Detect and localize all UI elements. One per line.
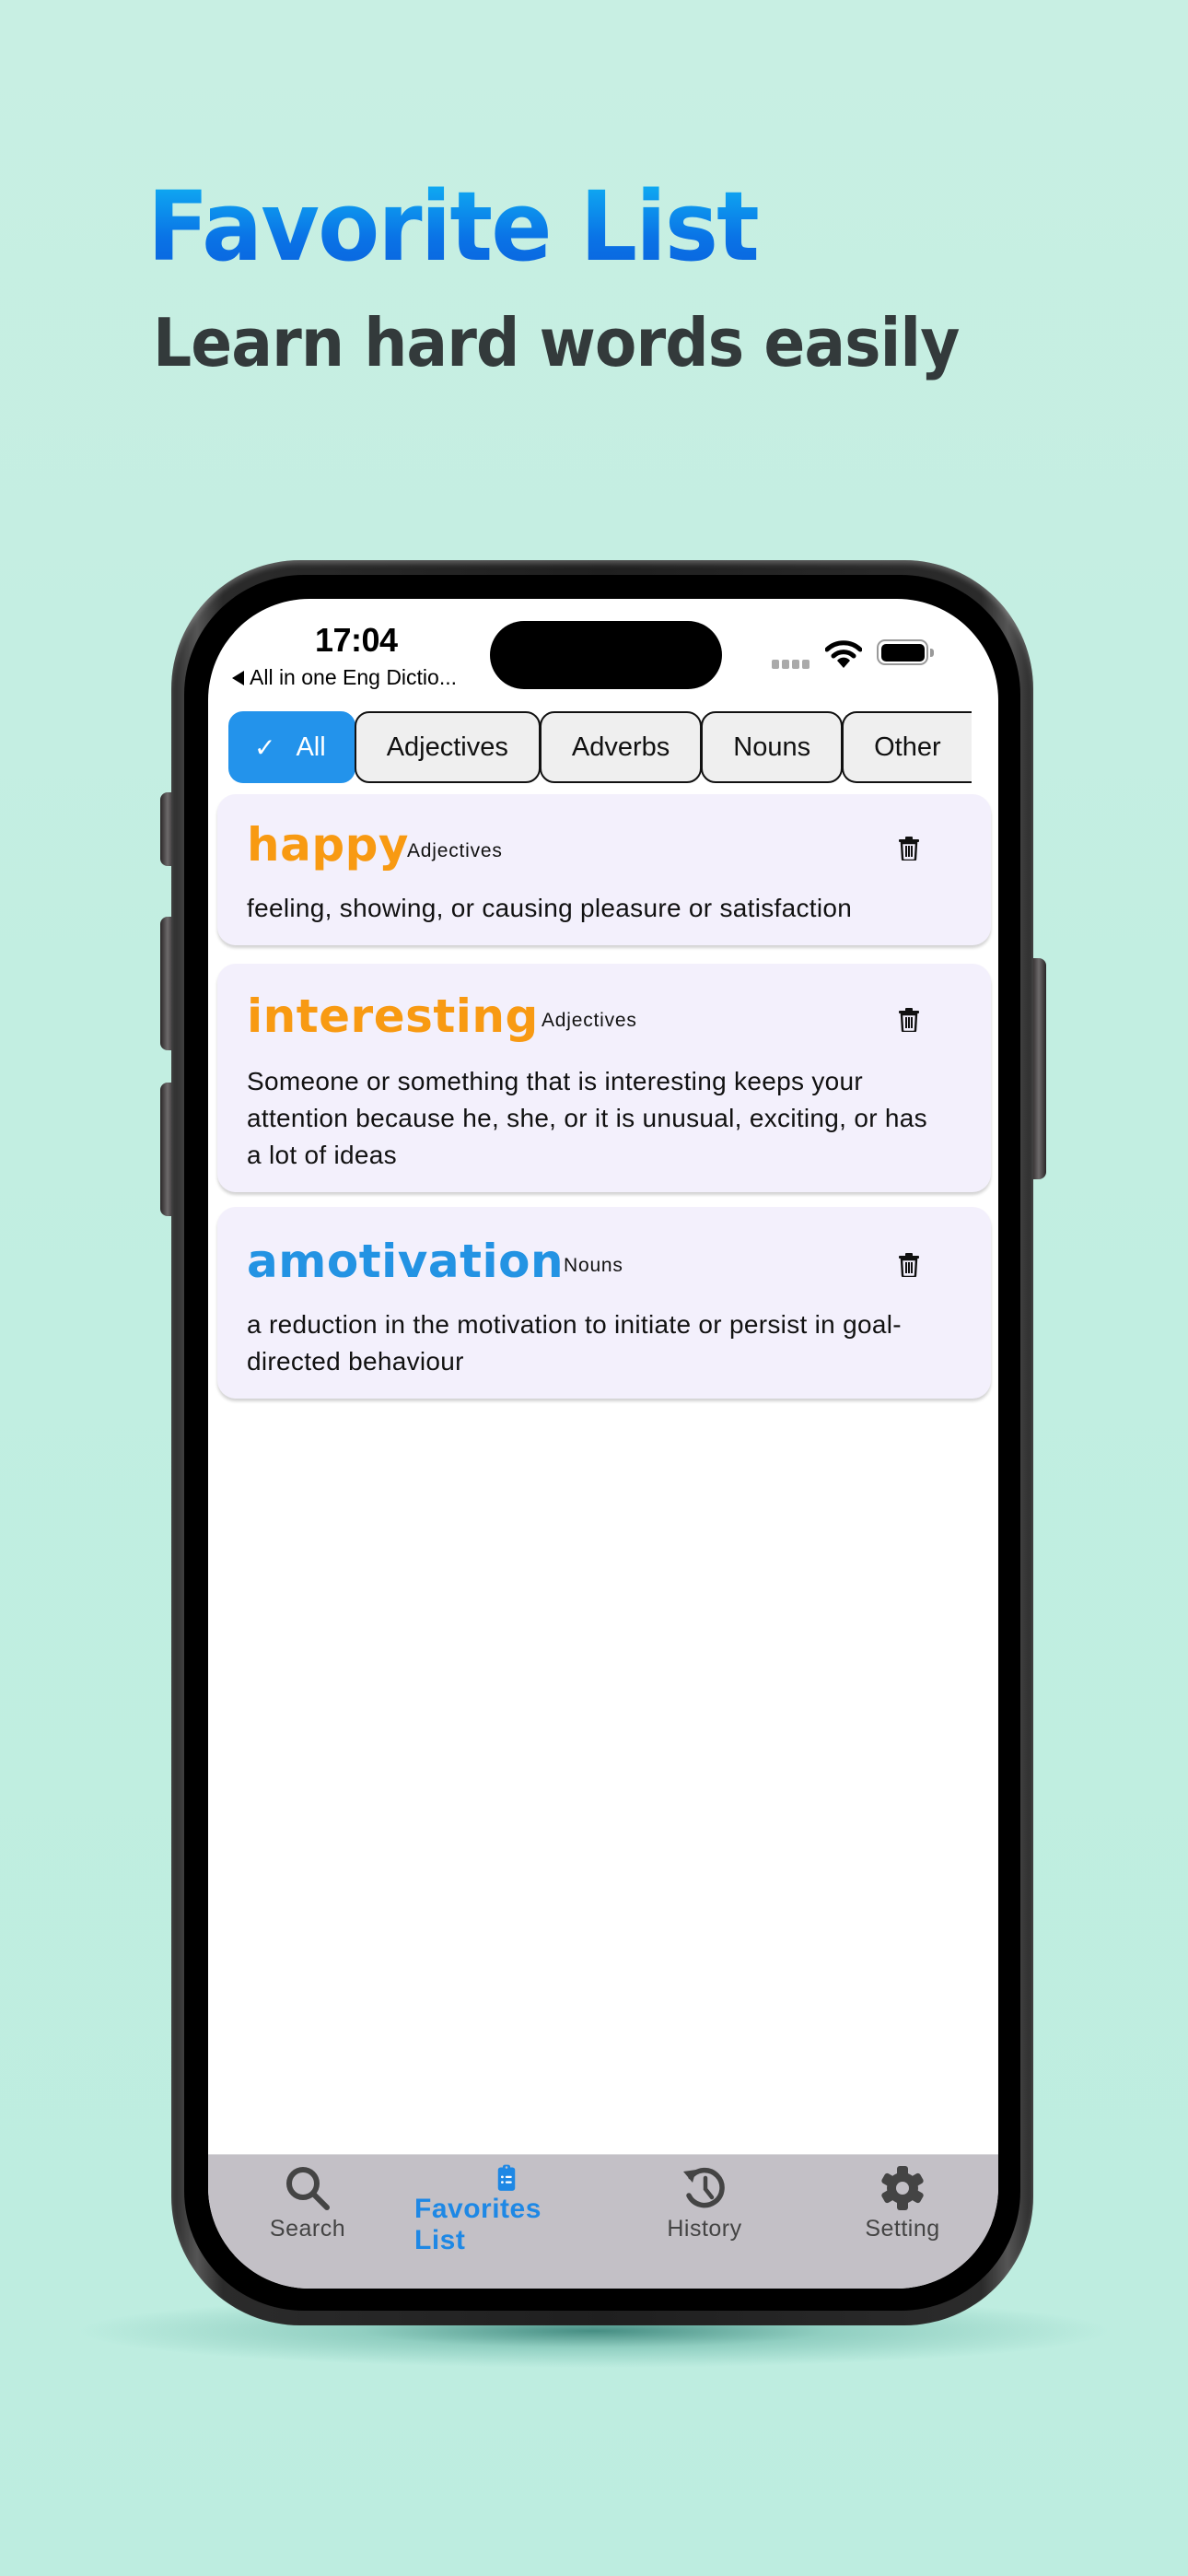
card-part-of-speech: Nouns <box>564 1255 623 1276</box>
promo-subheadline: Learn hard words easily <box>153 304 960 381</box>
filter-chip-other[interactable]: Other <box>842 711 972 783</box>
tab-label: History <box>667 2216 742 2242</box>
card-part-of-speech: Adjectives <box>542 1010 637 1031</box>
filter-chip-label: Nouns <box>733 732 811 762</box>
tab-favorites-list[interactable]: Favorites List <box>414 2155 599 2256</box>
card-definition: a reduction in the motivation to initiat… <box>247 1310 902 1376</box>
status-time: 17:04 <box>315 621 398 659</box>
back-to-app-link[interactable]: All in one Eng Dictio... <box>232 665 457 690</box>
cellular-signal-icon <box>772 660 809 669</box>
filter-chips: ✓ All Adjectives Adverbs Nouns Other <box>228 711 974 783</box>
promo-headline: Favorite List <box>147 170 760 283</box>
back-app-label: All in one Eng Dictio... <box>250 665 458 689</box>
check-icon: ✓ <box>254 732 276 762</box>
tab-search[interactable]: Search <box>215 2155 400 2256</box>
trash-icon[interactable] <box>899 1253 919 1277</box>
card-definition: Someone or something that is interesting… <box>247 1067 927 1169</box>
filter-chip-nouns[interactable]: Nouns <box>701 711 844 783</box>
favorite-card-happy[interactable]: happy Adjectives feeling, showing, or ca… <box>217 794 991 945</box>
battery-icon <box>877 639 934 665</box>
dynamic-island <box>490 621 722 689</box>
clipboard-list-icon <box>497 2164 516 2191</box>
history-icon <box>683 2167 725 2208</box>
filter-chip-label: Other <box>874 732 941 762</box>
tab-label: Search <box>269 2216 346 2242</box>
card-part-of-speech: Adjectives <box>407 840 503 861</box>
phone-power-button <box>1031 958 1046 1179</box>
favorite-card-interesting[interactable]: interesting Adjectives Someone or someth… <box>217 964 991 1192</box>
search-icon <box>286 2167 330 2210</box>
filter-chip-adverbs[interactable]: Adverbs <box>539 711 703 783</box>
gear-icon <box>881 2166 924 2210</box>
wifi-icon <box>825 640 862 668</box>
filter-chip-label: Adjectives <box>386 732 508 762</box>
filter-chip-adjectives[interactable]: Adjectives <box>354 711 541 783</box>
filter-chip-all[interactable]: ✓ All <box>228 711 355 783</box>
favorite-card-amotivation[interactable]: amotivation Nouns a reduction in the mot… <box>217 1207 991 1399</box>
card-word: interesting <box>247 989 539 1043</box>
card-definition: feeling, showing, or causing pleasure or… <box>247 894 853 922</box>
trash-icon[interactable] <box>899 837 919 861</box>
back-triangle-icon <box>232 671 244 685</box>
phone-screen: 17:04 All in one Eng Dictio... ✓ All Adj… <box>208 599 998 2289</box>
card-word: amotivation <box>247 1235 565 1288</box>
tab-setting[interactable]: Setting <box>810 2155 995 2256</box>
tab-label: Setting <box>865 2216 940 2242</box>
filter-chip-label: Adverbs <box>571 732 670 762</box>
bottom-tab-bar: Search Favorites List History Setting <box>208 2154 998 2289</box>
tab-label: Favorites List <box>414 2194 542 2255</box>
tab-history[interactable]: History <box>612 2155 797 2256</box>
card-word: happy <box>247 818 410 872</box>
filter-chip-label: All <box>296 732 326 762</box>
trash-icon[interactable] <box>899 1008 919 1032</box>
